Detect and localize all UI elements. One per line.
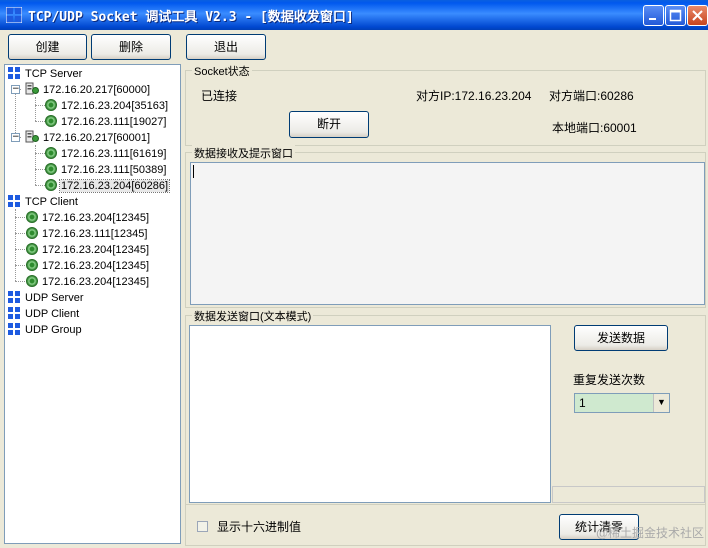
category-icon xyxy=(8,291,20,303)
close-icon[interactable] xyxy=(687,5,708,26)
watermark: @稀土掘金技术社区 xyxy=(595,526,704,540)
send-textarea[interactable] xyxy=(189,325,551,503)
connection-icon xyxy=(45,179,57,191)
tree-item-udp-server[interactable]: UDP Server xyxy=(8,290,84,306)
category-icon xyxy=(8,323,20,335)
connection-icon xyxy=(45,147,57,159)
tree-label: UDP Client xyxy=(25,308,80,320)
tree-item-udp-client[interactable]: UDP Client xyxy=(8,306,80,322)
socket-status-group: Socket状态 已连接 对方IP:172.16.23.204 对方端口:602… xyxy=(185,63,706,146)
category-icon xyxy=(8,307,20,319)
minimize-icon[interactable] xyxy=(643,5,664,26)
delete-button[interactable]: 删除 xyxy=(91,34,171,60)
text-caret xyxy=(193,165,194,178)
tree-label: 172.16.23.204[60286] xyxy=(58,179,171,193)
repeat-count-select[interactable]: 1 ▼ xyxy=(574,393,670,413)
peer-ip: 对方IP:172.16.23.204 xyxy=(416,89,532,103)
disconnect-button[interactable]: 断开 xyxy=(289,111,369,138)
tree-label: 172.16.23.111[12345] xyxy=(42,228,148,240)
tree-label: TCP Client xyxy=(25,196,78,208)
tree-label: 172.16.23.111[19027] xyxy=(61,116,167,128)
connection-icon xyxy=(26,211,38,223)
tree-item-connection[interactable]: 172.16.23.204[35163] xyxy=(45,98,169,114)
local-port: 本地端口:60001 xyxy=(552,121,637,135)
window-title: TCP/UDP Socket 调试工具 V2.3 - [数据收发窗口] xyxy=(28,10,354,25)
create-button[interactable]: 创建 xyxy=(8,34,87,60)
tree-item-client[interactable]: 172.16.23.204[12345] xyxy=(26,210,150,226)
receive-textarea[interactable] xyxy=(190,162,705,305)
tree-label: 172.16.23.111[50389] xyxy=(61,164,167,176)
tree-item-server[interactable]: 172.16.20.217[60001] xyxy=(25,130,151,146)
tree-label: 172.16.23.204[12345] xyxy=(42,212,150,224)
tree-label: 172.16.20.217[60000] xyxy=(43,84,151,96)
connection-icon xyxy=(45,115,57,127)
send-status-box xyxy=(552,486,705,503)
repeat-count-label: 重复发送次数 xyxy=(573,373,646,387)
connection-icon xyxy=(26,259,38,271)
tree-item-client[interactable]: 172.16.23.204[12345] xyxy=(26,274,150,290)
category-icon xyxy=(8,67,20,79)
tree-label: 172.16.23.111[61619] xyxy=(61,148,167,160)
send-title: 数据发送窗口(文本模式) xyxy=(192,308,314,324)
tree-item-connection[interactable]: 172.16.23.111[19027] xyxy=(45,114,167,130)
server-icon xyxy=(25,82,39,95)
hex-checkbox[interactable] xyxy=(197,521,208,532)
tree-item-client[interactable]: 172.16.23.204[12345] xyxy=(26,258,150,274)
tree-item-tcp-client[interactable]: TCP Client xyxy=(8,194,79,210)
tree-label: 172.16.23.204[12345] xyxy=(42,260,150,272)
server-icon xyxy=(25,130,39,143)
peer-port: 对方端口:60286 xyxy=(549,89,634,103)
connection-icon xyxy=(26,275,38,287)
category-icon xyxy=(8,195,20,207)
exit-button[interactable]: 退出 xyxy=(186,34,266,60)
tree-item-connection[interactable]: 172.16.23.111[50389] xyxy=(45,162,167,178)
hex-label: 显示十六进制值 xyxy=(217,520,302,534)
collapse-icon[interactable]: − xyxy=(11,133,20,142)
app-icon xyxy=(6,7,22,23)
tree-item-connection-selected[interactable]: 172.16.23.204[60286] xyxy=(45,178,171,194)
collapse-icon[interactable]: − xyxy=(11,85,20,94)
send-data-button[interactable]: 发送数据 xyxy=(574,325,668,351)
receive-group: 数据接收及提示窗口 xyxy=(185,145,706,308)
tree-item-connection[interactable]: 172.16.23.111[61619] xyxy=(45,146,167,162)
tree-label: 172.16.20.217[60001] xyxy=(43,132,151,144)
tree-label: UDP Group xyxy=(25,324,82,336)
tree-item-client[interactable]: 172.16.23.204[12345] xyxy=(26,242,150,258)
connection-icon xyxy=(45,163,57,175)
tree-label: UDP Server xyxy=(25,292,84,304)
connection-icon xyxy=(45,99,57,111)
tree-label: 172.16.23.204[12345] xyxy=(42,276,150,288)
connection-icon xyxy=(26,243,38,255)
tree-label: 172.16.23.204[35163] xyxy=(61,100,169,112)
socket-status-title: Socket状态 xyxy=(192,63,252,79)
tree-item-server[interactable]: 172.16.20.217[60000] xyxy=(25,82,151,98)
tree-item-client[interactable]: 172.16.23.111[12345] xyxy=(26,226,148,242)
connection-icon xyxy=(26,227,38,239)
title-bar: TCP/UDP Socket 调试工具 V2.3 - [数据收发窗口] xyxy=(0,0,708,30)
send-group: 数据发送窗口(文本模式) 发送数据 重复发送次数 1 ▼ xyxy=(185,308,706,505)
repeat-count-value: 1 xyxy=(579,396,586,410)
connection-status: 已连接 xyxy=(201,89,238,103)
chevron-down-icon[interactable]: ▼ xyxy=(653,394,669,412)
tree-item-udp-group[interactable]: UDP Group xyxy=(8,322,83,338)
receive-title: 数据接收及提示窗口 xyxy=(192,145,295,161)
maximize-icon[interactable] xyxy=(665,5,686,26)
tree-label: 172.16.23.204[12345] xyxy=(42,244,150,256)
connection-tree[interactable]: TCP Server − 172.16.20.217[60000] 172.16… xyxy=(4,64,181,544)
tree-label: TCP Server xyxy=(25,68,83,80)
tree-item-tcp-server[interactable]: TCP Server xyxy=(8,66,83,82)
